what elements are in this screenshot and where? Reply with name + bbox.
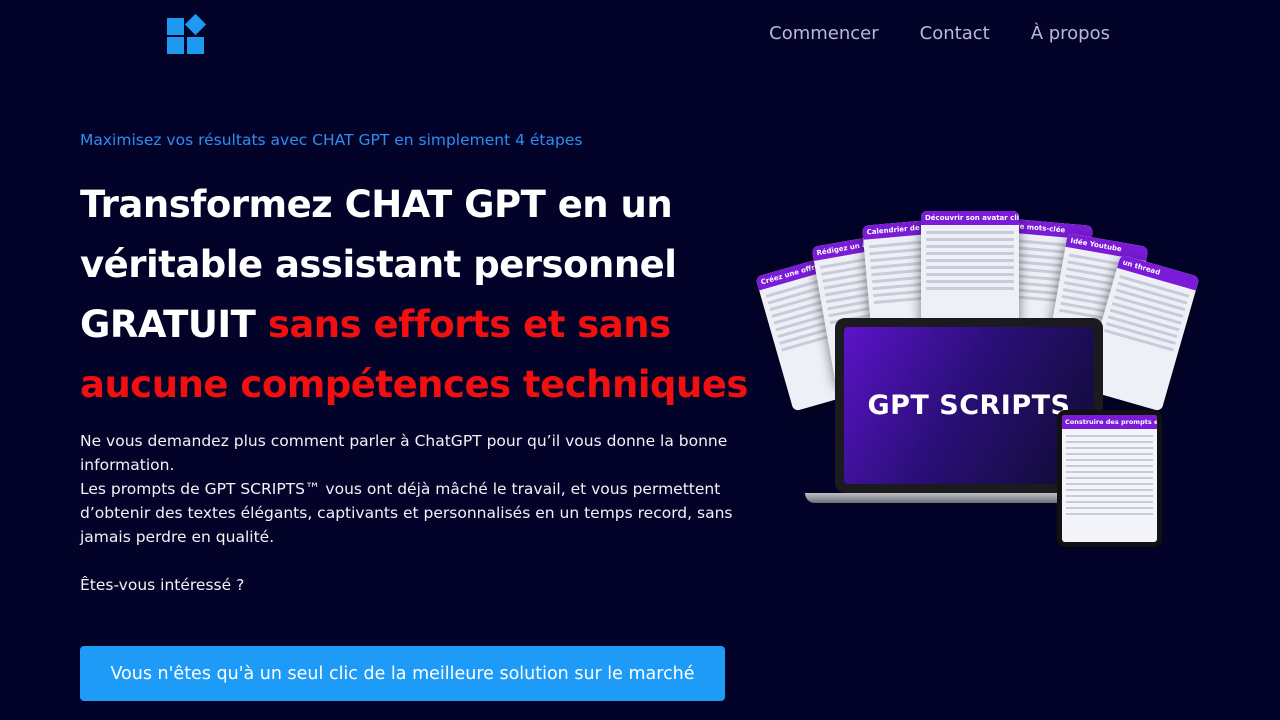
hero-eyebrow: Maximisez vos résultats avec CHAT GPT en… <box>80 131 583 149</box>
desc-paragraph-2: Les prompts de GPT SCRIPTS™ vous ont déj… <box>80 480 733 546</box>
tablet-header: Construire des prompts efficaces <box>1062 415 1157 429</box>
nav-commencer[interactable]: Commencer <box>769 22 879 46</box>
desc-question: Êtes-vous intéressé ? <box>80 576 245 594</box>
cta-button[interactable]: Vous n'êtes qu'à un seul clic de la meil… <box>80 646 725 701</box>
nav-contact[interactable]: Contact <box>920 22 990 46</box>
hero-description: Ne vous demandez plus comment parler à C… <box>80 429 735 597</box>
product-mockup: Créez une offre Rédigez un a Calendrier … <box>755 205 1200 550</box>
desc-paragraph-1: Ne vous demandez plus comment parler à C… <box>80 432 728 474</box>
laptop-screen-title: GPT SCRIPTS <box>867 390 1071 421</box>
hero-title: Transformez CHAT GPT en un véritable ass… <box>80 175 760 415</box>
top-nav: Commencer Contact À propos <box>769 22 1110 46</box>
tablet-mockup: Construire des prompts efficaces <box>1057 410 1162 547</box>
nav-a-propos[interactable]: À propos <box>1031 22 1110 46</box>
logo-icon[interactable] <box>167 13 209 56</box>
